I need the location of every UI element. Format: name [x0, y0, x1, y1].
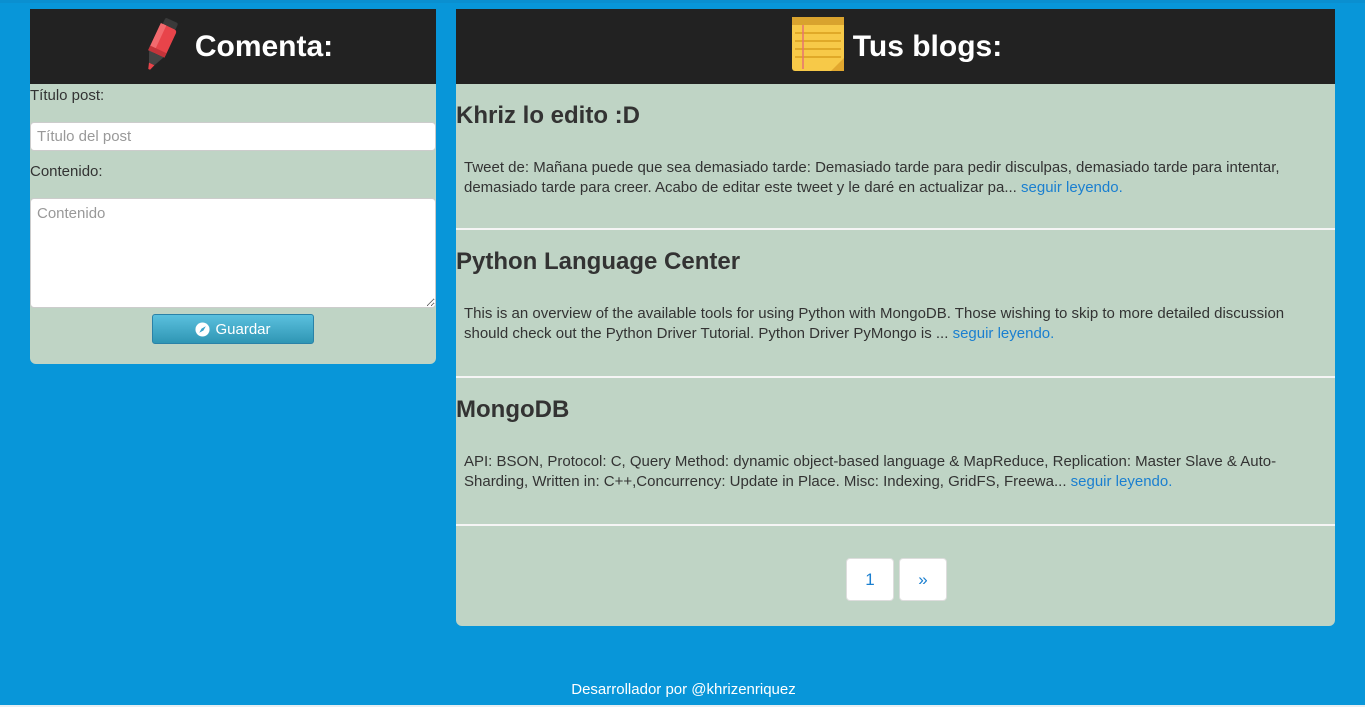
blogs-panel: Tus blogs: Khriz lo edito :D Tweet de: M…: [456, 9, 1335, 626]
comment-panel-title: Comenta:: [194, 29, 334, 63]
blog-post-excerpt: This is an overview of the available too…: [464, 304, 1323, 344]
page-1-button[interactable]: 1: [846, 558, 894, 601]
footer: Desarrollador por @khrizenriquez: [0, 681, 1365, 698]
content-textarea[interactable]: [30, 198, 436, 308]
content-label: Contenido:: [30, 163, 103, 180]
blogs-panel-title: Tus blogs:: [852, 29, 1003, 63]
blog-post-excerpt: API: BSON, Protocol: C, Query Method: dy…: [464, 452, 1323, 492]
blog-post: Python Language Center This is an overvi…: [456, 230, 1335, 378]
notepad-icon: [789, 15, 847, 78]
marker-icon: [139, 14, 183, 79]
post-title-label: Título post:: [30, 87, 105, 104]
post-title-input[interactable]: [30, 122, 436, 151]
blog-post-text: Tweet de: Mañana puede que sea demasiado…: [464, 159, 1280, 196]
pagination: 1 »: [846, 558, 947, 601]
read-more-link[interactable]: seguir leyendo.: [1071, 473, 1173, 490]
blog-post-title: Python Language Center: [456, 248, 741, 275]
blog-post-title: MongoDB: [456, 396, 570, 423]
comment-panel-header: Comenta:: [30, 9, 436, 84]
read-more-link[interactable]: seguir leyendo.: [1021, 179, 1123, 196]
blog-post-excerpt: Tweet de: Mañana puede que sea demasiado…: [464, 158, 1323, 198]
read-more-link[interactable]: seguir leyendo.: [953, 325, 1055, 342]
blog-post-text: This is an overview of the available too…: [464, 305, 1285, 342]
save-button-label: Guardar: [215, 320, 271, 338]
blogs-panel-header: Tus blogs:: [456, 9, 1335, 84]
blog-post-title: Khriz lo edito :D: [456, 102, 640, 129]
compass-icon: [195, 321, 211, 337]
blog-post: Khriz lo edito :D Tweet de: Mañana puede…: [456, 84, 1335, 230]
top-border: [0, 0, 1365, 3]
next-page-button[interactable]: »: [899, 558, 947, 601]
save-button[interactable]: Guardar: [152, 314, 314, 344]
footer-credit: Desarrollador por @khrizenriquez: [571, 681, 796, 698]
comment-panel: Comenta: Título post: Contenido: Guardar: [30, 9, 436, 364]
blog-post: MongoDB API: BSON, Protocol: C, Query Me…: [456, 378, 1335, 526]
